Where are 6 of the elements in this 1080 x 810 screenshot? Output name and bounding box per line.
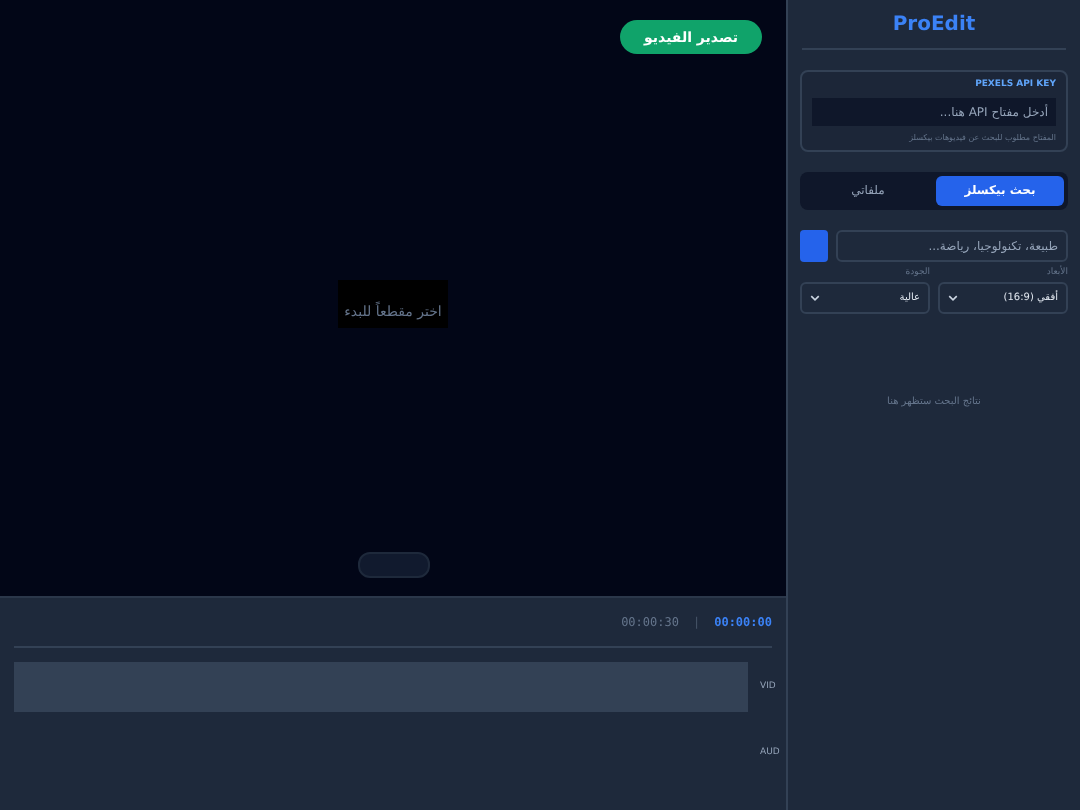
chevron-icon [948,294,958,302]
chevron-icon [810,294,820,302]
search-button[interactable] [800,230,828,262]
app-title: ProEdit [802,0,1066,50]
playback-control[interactable] [357,552,429,578]
video-track[interactable] [14,662,748,712]
